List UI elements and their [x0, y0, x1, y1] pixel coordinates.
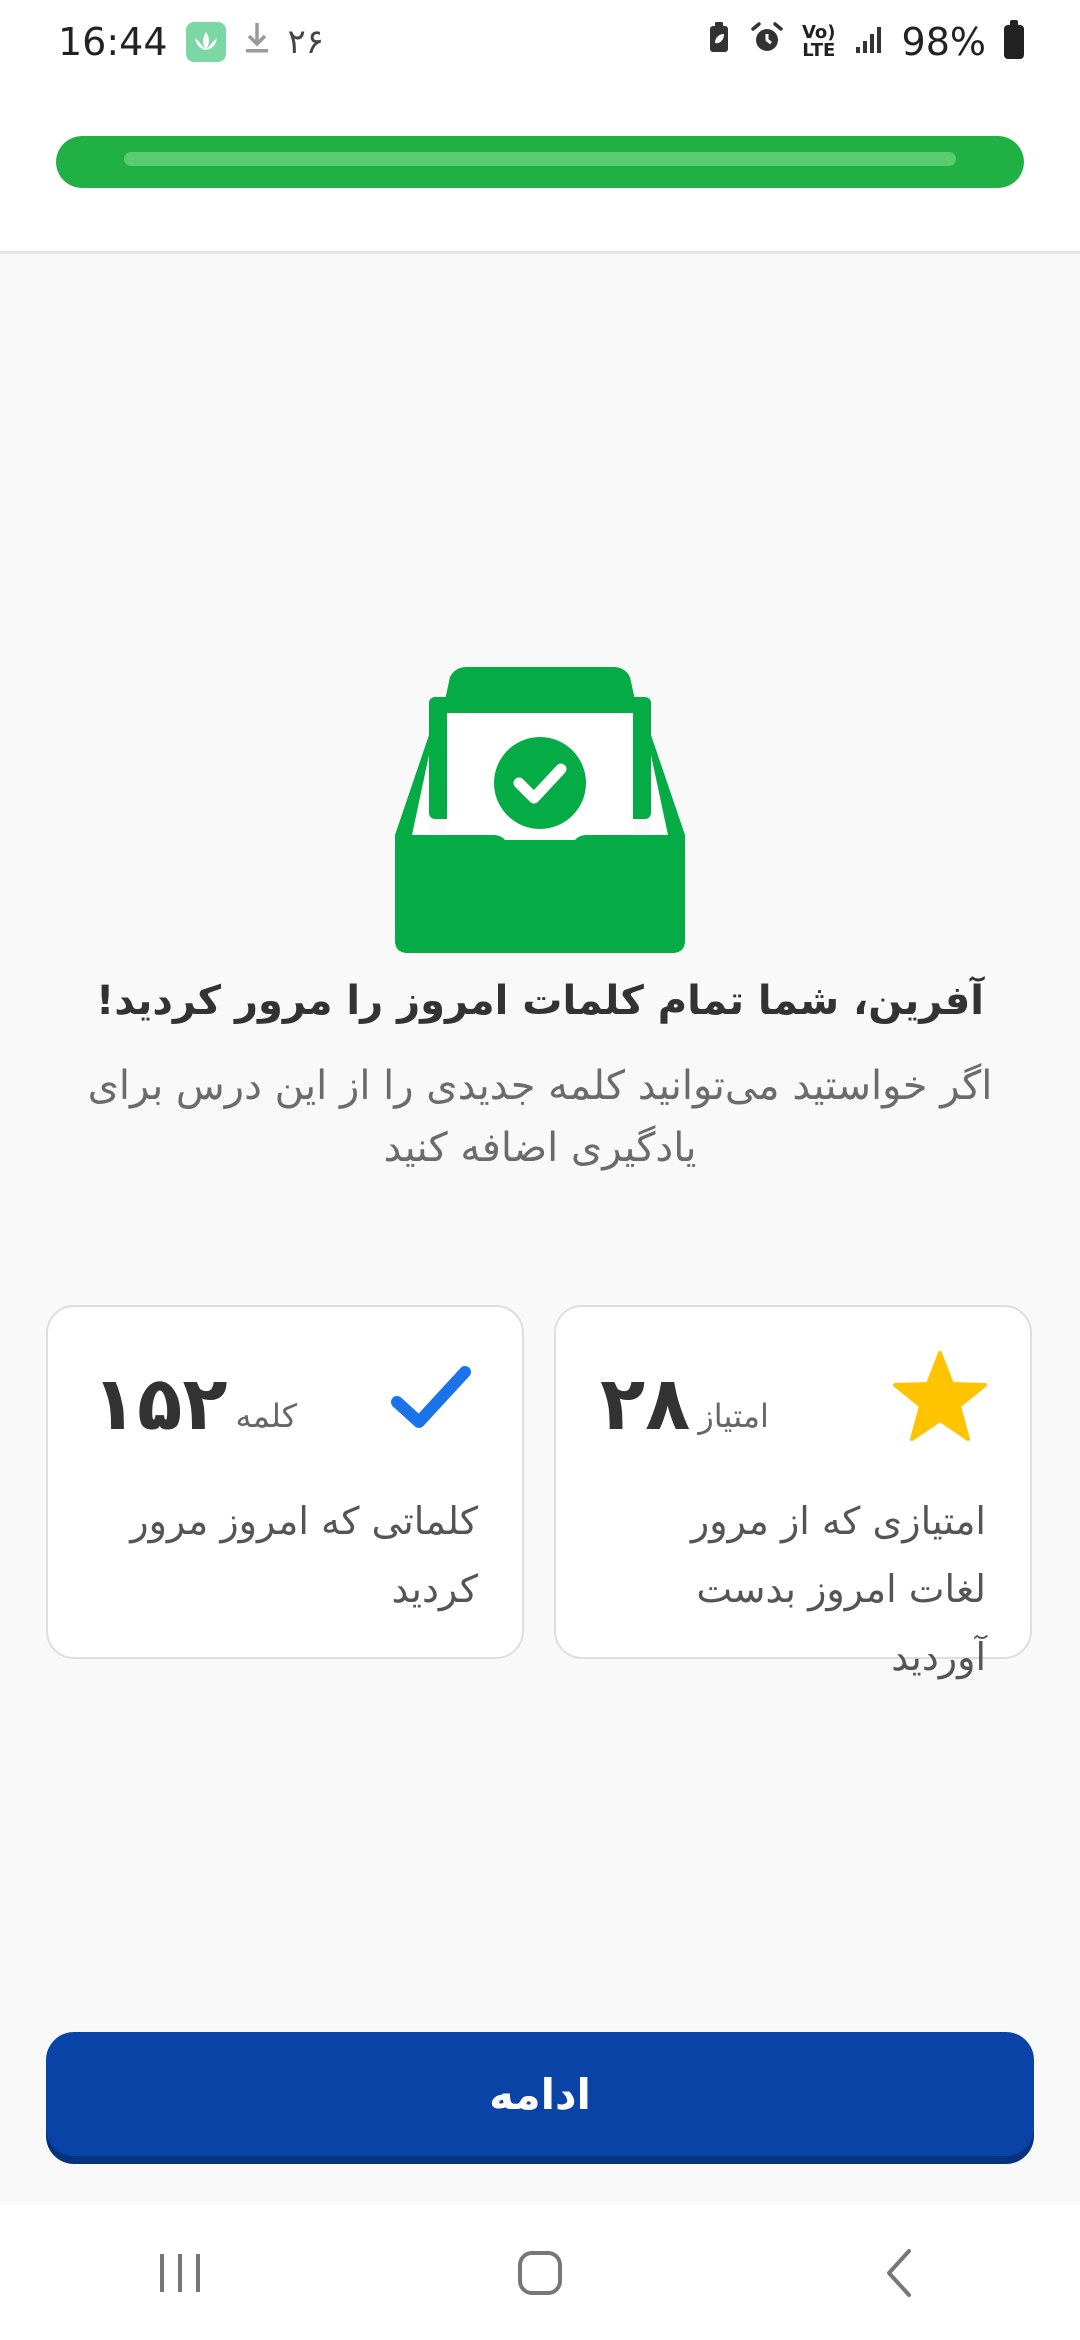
battery-saver-icon — [706, 20, 732, 64]
progress-fill — [56, 136, 1024, 188]
completion-subtitle: اگر خواستید می‌توانید کلمه جدیدی را از ا… — [87, 1063, 993, 1171]
completion-title: آفرین، شما تمام کلمات امروز را مرور کردی… — [95, 978, 984, 1024]
words-stat-card: ۱۵۲ کلمه کلماتی که امروز مرور کردید — [46, 1305, 524, 1659]
inbox-check-illustration — [395, 665, 685, 955]
signal-icon — [854, 20, 884, 64]
score-unit: امتیاز — [698, 1397, 769, 1435]
score-value: ۲۸ — [600, 1361, 691, 1447]
words-unit: کلمه — [235, 1397, 297, 1435]
recents-icon[interactable] — [120, 2223, 240, 2323]
star-icon — [890, 1347, 990, 1447]
continue-button[interactable]: ادامه — [46, 2032, 1034, 2156]
status-bar-right: Vo) LTE 98% — [706, 20, 1024, 64]
words-stat-description: کلماتی که امروز مرور کردید — [130, 1499, 478, 1611]
battery-percent: 98% — [901, 20, 986, 64]
battery-icon — [1004, 20, 1024, 59]
volte-icon: Vo) LTE — [801, 22, 836, 61]
status-bar-left: 16:44 ۲۶ — [58, 20, 324, 64]
score-stat-card: ۲۸ امتیاز امتیازی که از مرور لغات امروز … — [554, 1305, 1032, 1679]
lotus-app-icon — [185, 22, 226, 62]
system-nav-bar — [0, 2205, 1080, 2340]
progress-highlight — [124, 152, 956, 166]
back-icon[interactable] — [840, 2223, 960, 2323]
words-stat-value-group: ۱۵۲ کلمه — [92, 1367, 297, 1441]
alarm-icon — [750, 20, 784, 64]
checkmark-icon — [382, 1347, 482, 1447]
lesson-progress-bar — [56, 136, 1024, 188]
status-bar: 16:44 ۲۶ Vo) LTE 98% — [0, 0, 1080, 84]
score-stat-description: امتیازی که از مرور لغات امروز بدست آوردی… — [690, 1499, 986, 1679]
status-time: 16:44 — [58, 20, 168, 64]
score-stat-value-group: ۲۸ امتیاز — [600, 1367, 769, 1441]
notification-count: ۲۶ — [287, 22, 325, 62]
download-icon — [244, 21, 270, 63]
lesson-header — [0, 84, 1080, 254]
home-icon[interactable] — [480, 2223, 600, 2323]
words-count: ۱۵۲ — [92, 1361, 228, 1447]
